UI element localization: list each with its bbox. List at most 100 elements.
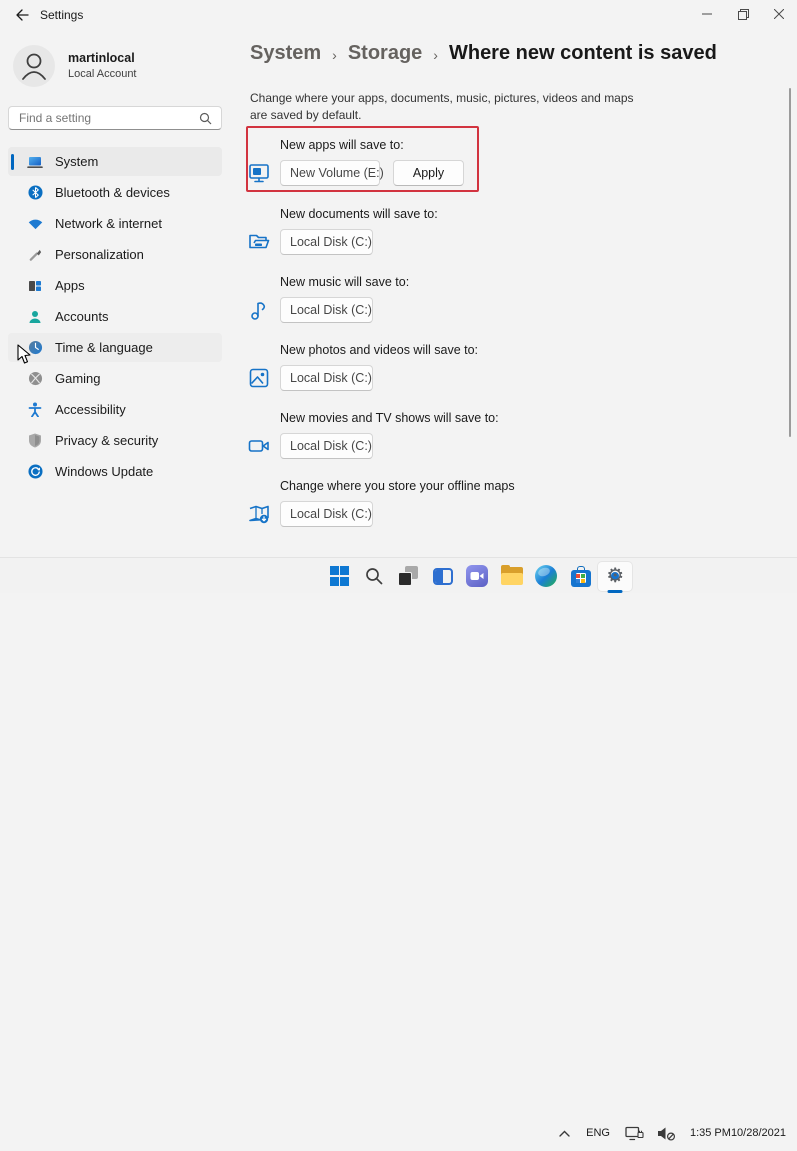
edge-button[interactable] bbox=[529, 558, 564, 594]
sidebar-item-label: Time & language bbox=[55, 340, 153, 355]
section-new-apps: New apps will save to: New Volume (E:) A… bbox=[247, 138, 647, 186]
settings-taskbar-button[interactable]: ⚙ bbox=[598, 558, 633, 594]
titlebar: Settings bbox=[0, 0, 797, 30]
section-label: New movies and TV shows will save to: bbox=[280, 411, 647, 426]
section-new-movies-tv: New movies and TV shows will save to: Lo… bbox=[247, 411, 647, 459]
sidebar-item-time-language[interactable]: Time & language bbox=[8, 333, 222, 362]
sidebar-item-gaming[interactable]: Gaming bbox=[8, 364, 222, 393]
section-label: New photos and videos will save to: bbox=[280, 343, 647, 358]
bluetooth-icon bbox=[27, 185, 43, 201]
widgets-button[interactable] bbox=[426, 558, 461, 594]
search-box[interactable] bbox=[8, 106, 222, 130]
close-button[interactable] bbox=[761, 0, 797, 28]
page-title: Where new content is saved bbox=[449, 42, 717, 65]
person-icon bbox=[13, 45, 55, 87]
xbox-icon bbox=[27, 371, 43, 387]
sidebar-item-label: Apps bbox=[55, 278, 85, 293]
globe-clock-icon bbox=[27, 340, 43, 356]
taskbar: ⚙ ENG bbox=[0, 557, 797, 593]
network-tray-button[interactable] bbox=[622, 1118, 647, 1148]
section-new-documents: New documents will save to: Local Disk (… bbox=[247, 207, 647, 255]
chevron-up-icon bbox=[558, 1129, 571, 1138]
back-button[interactable] bbox=[10, 4, 34, 26]
edge-icon bbox=[535, 565, 557, 587]
app-monitor-icon bbox=[247, 161, 271, 185]
map-download-icon bbox=[247, 502, 271, 526]
widgets-icon bbox=[433, 568, 453, 585]
vertical-scrollbar[interactable] bbox=[789, 88, 791, 437]
dropdown-value: Local Disk (C:) bbox=[290, 507, 372, 521]
folder-icon bbox=[247, 230, 271, 254]
chevron-right-icon: › bbox=[332, 45, 337, 63]
task-view-button[interactable] bbox=[391, 558, 426, 594]
file-explorer-button[interactable] bbox=[495, 558, 530, 594]
sidebar-item-windows-update[interactable]: Windows Update bbox=[8, 457, 222, 486]
time: 1:35 PM bbox=[690, 1127, 731, 1140]
profile-name: martinlocal bbox=[68, 51, 135, 65]
windows-logo-icon bbox=[330, 566, 350, 586]
search-icon bbox=[364, 566, 384, 586]
start-button[interactable] bbox=[322, 558, 357, 594]
volume-tray-button[interactable] bbox=[654, 1118, 679, 1148]
new-documents-drive-dropdown[interactable]: Local Disk (C:) bbox=[280, 229, 373, 255]
back-arrow-icon bbox=[15, 9, 29, 21]
brush-icon bbox=[27, 247, 43, 263]
window-title: Settings bbox=[40, 8, 83, 22]
breadcrumb: System › Storage › Where new content is … bbox=[250, 42, 717, 65]
section-offline-maps: Change where you store your offline maps… bbox=[247, 479, 647, 527]
breadcrumb-system[interactable]: System bbox=[250, 42, 321, 65]
chat-icon bbox=[466, 565, 488, 587]
system-icon bbox=[27, 154, 43, 170]
new-movies-drive-dropdown[interactable]: Local Disk (C:) bbox=[280, 433, 373, 459]
dropdown-value: Local Disk (C:) bbox=[290, 303, 372, 317]
search-icon bbox=[199, 112, 212, 125]
clock[interactable]: 1:35 PM 10/28/2021 bbox=[686, 1118, 789, 1148]
avatar[interactable] bbox=[13, 45, 55, 87]
section-new-photos-videos: New photos and videos will save to: Loca… bbox=[247, 343, 647, 391]
sidebar-nav: System Bluetooth & devices Network & int… bbox=[8, 147, 222, 488]
minimize-button[interactable] bbox=[689, 0, 725, 28]
apply-button[interactable]: Apply bbox=[393, 160, 464, 186]
sidebar-item-label: Privacy & security bbox=[55, 433, 158, 448]
volume-muted-icon bbox=[657, 1126, 676, 1141]
store-icon bbox=[571, 566, 591, 587]
new-apps-drive-dropdown[interactable]: New Volume (E:) bbox=[280, 160, 380, 186]
section-label: Change where you store your offline maps bbox=[280, 479, 647, 494]
new-photos-drive-dropdown[interactable]: Local Disk (C:) bbox=[280, 365, 373, 391]
search-input[interactable] bbox=[9, 111, 199, 125]
chat-button[interactable] bbox=[460, 558, 495, 594]
close-icon bbox=[774, 9, 784, 19]
page-description: Change where your apps, documents, music… bbox=[250, 90, 634, 124]
sidebar-item-personalization[interactable]: Personalization bbox=[8, 240, 222, 269]
minimize-icon bbox=[702, 9, 712, 19]
dropdown-value: Local Disk (C:) bbox=[290, 439, 372, 453]
accessibility-person-icon bbox=[27, 402, 43, 418]
sidebar-item-accessibility[interactable]: Accessibility bbox=[8, 395, 222, 424]
video-camera-icon bbox=[247, 434, 271, 458]
sidebar-item-apps[interactable]: Apps bbox=[8, 271, 222, 300]
apps-icon bbox=[27, 278, 43, 294]
date: 10/28/2021 bbox=[731, 1127, 786, 1140]
store-button[interactable] bbox=[564, 558, 599, 594]
sidebar-item-label: Personalization bbox=[55, 247, 144, 262]
sidebar-item-label: Gaming bbox=[55, 371, 101, 386]
profile-account-type: Local Account bbox=[68, 68, 137, 80]
selected-indicator bbox=[11, 154, 14, 170]
tray-chevron-button[interactable] bbox=[555, 1118, 574, 1148]
restore-icon bbox=[738, 9, 749, 20]
offline-maps-drive-dropdown[interactable]: Local Disk (C:) bbox=[280, 501, 373, 527]
sidebar-item-system[interactable]: System bbox=[8, 147, 222, 176]
language-indicator[interactable]: ENG bbox=[581, 1118, 615, 1148]
shield-icon bbox=[27, 433, 43, 449]
account-person-icon bbox=[27, 309, 43, 325]
music-note-icon bbox=[247, 298, 271, 322]
restore-button[interactable] bbox=[725, 0, 761, 28]
sidebar-item-accounts[interactable]: Accounts bbox=[8, 302, 222, 331]
sidebar-item-network-internet[interactable]: Network & internet bbox=[8, 209, 222, 238]
new-music-drive-dropdown[interactable]: Local Disk (C:) bbox=[280, 297, 373, 323]
sidebar-item-privacy-security[interactable]: Privacy & security bbox=[8, 426, 222, 455]
breadcrumb-storage[interactable]: Storage bbox=[348, 42, 422, 65]
settings-gear-icon: ⚙ bbox=[604, 565, 626, 587]
taskbar-search-button[interactable] bbox=[357, 558, 392, 594]
sidebar-item-bluetooth-devices[interactable]: Bluetooth & devices bbox=[8, 178, 222, 207]
